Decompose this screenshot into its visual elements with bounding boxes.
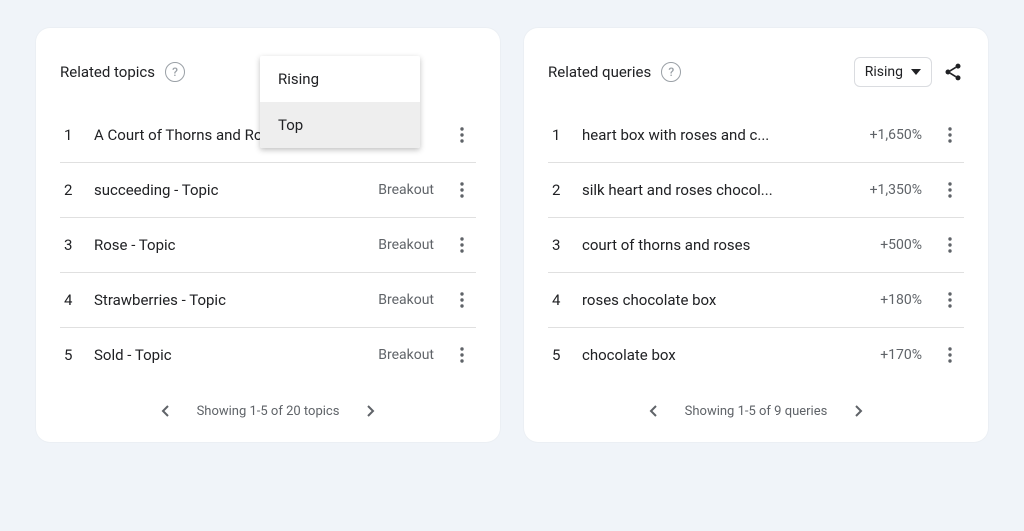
topics-list: 1 A Court of Thorns and Ros... 2 succeed… bbox=[60, 108, 476, 382]
item-label: court of thorns and roses bbox=[582, 236, 862, 254]
sort-dropdown-label: Rising bbox=[865, 64, 903, 80]
item-label: succeeding - Topic bbox=[94, 181, 360, 199]
rank-number: 4 bbox=[64, 291, 76, 309]
list-item[interactable]: 2 succeeding - Topic Breakout bbox=[60, 163, 476, 218]
more-icon[interactable] bbox=[452, 127, 472, 143]
list-item[interactable]: 2 silk heart and roses chocol... +1,350% bbox=[548, 163, 964, 218]
pagination: Showing 1-5 of 20 topics bbox=[60, 382, 476, 426]
chevron-left-icon[interactable] bbox=[645, 402, 663, 420]
card-header: Related queries ? Rising bbox=[548, 52, 964, 92]
sort-dropdown[interactable]: Rising bbox=[854, 57, 932, 87]
rank-number: 3 bbox=[64, 236, 76, 254]
more-icon[interactable] bbox=[940, 127, 960, 143]
sort-dropdown-menu: Rising Top bbox=[260, 56, 420, 148]
item-metric: +180% bbox=[880, 292, 922, 308]
item-metric: +500% bbox=[880, 237, 922, 253]
item-label: roses chocolate box bbox=[582, 291, 862, 309]
more-icon[interactable] bbox=[452, 182, 472, 198]
more-icon[interactable] bbox=[452, 347, 472, 363]
list-item[interactable]: 5 Sold - Topic Breakout bbox=[60, 328, 476, 382]
more-icon[interactable] bbox=[940, 237, 960, 253]
item-metric: Breakout bbox=[378, 237, 434, 253]
caret-down-icon bbox=[911, 67, 921, 77]
pagination-text: Showing 1-5 of 20 topics bbox=[197, 404, 340, 419]
related-topics-card: Related topics ? Rising Top 1 A Court of… bbox=[36, 28, 500, 442]
rank-number: 1 bbox=[552, 126, 564, 144]
item-label: heart box with roses and c... bbox=[582, 126, 852, 144]
help-icon[interactable]: ? bbox=[165, 62, 185, 82]
item-metric: Breakout bbox=[378, 347, 434, 363]
item-label: Strawberries - Topic bbox=[94, 291, 360, 309]
related-queries-card: Related queries ? Rising 1 heart box wit… bbox=[524, 28, 988, 442]
more-icon[interactable] bbox=[940, 292, 960, 308]
help-icon[interactable]: ? bbox=[661, 62, 681, 82]
item-metric: Breakout bbox=[378, 292, 434, 308]
rank-number: 4 bbox=[552, 291, 564, 309]
list-item[interactable]: 4 Strawberries - Topic Breakout bbox=[60, 273, 476, 328]
item-metric: +1,650% bbox=[870, 127, 922, 143]
item-metric: Breakout bbox=[378, 182, 434, 198]
sort-option-top[interactable]: Top bbox=[260, 102, 420, 148]
item-metric: +1,350% bbox=[870, 182, 922, 198]
item-label: silk heart and roses chocol... bbox=[582, 181, 852, 199]
chevron-left-icon[interactable] bbox=[157, 402, 175, 420]
list-item[interactable]: 3 court of thorns and roses +500% bbox=[548, 218, 964, 273]
rank-number: 5 bbox=[64, 346, 76, 364]
pagination: Showing 1-5 of 9 queries bbox=[548, 382, 964, 426]
item-label: Sold - Topic bbox=[94, 346, 360, 364]
more-icon[interactable] bbox=[940, 182, 960, 198]
item-label: chocolate box bbox=[582, 346, 862, 364]
rank-number: 1 bbox=[64, 126, 76, 144]
item-label: Rose - Topic bbox=[94, 236, 360, 254]
chevron-right-icon[interactable] bbox=[361, 402, 379, 420]
list-item[interactable]: 1 heart box with roses and c... +1,650% bbox=[548, 108, 964, 163]
queries-list: 1 heart box with roses and c... +1,650% … bbox=[548, 108, 964, 382]
pagination-text: Showing 1-5 of 9 queries bbox=[685, 404, 828, 419]
chevron-right-icon[interactable] bbox=[849, 402, 867, 420]
more-icon[interactable] bbox=[452, 237, 472, 253]
item-metric: +170% bbox=[880, 347, 922, 363]
rank-number: 2 bbox=[552, 181, 564, 199]
share-icon[interactable] bbox=[942, 61, 964, 83]
rank-number: 5 bbox=[552, 346, 564, 364]
card-title: Related topics bbox=[60, 63, 155, 81]
more-icon[interactable] bbox=[940, 347, 960, 363]
rank-number: 3 bbox=[552, 236, 564, 254]
more-icon[interactable] bbox=[452, 292, 472, 308]
sort-option-rising[interactable]: Rising bbox=[260, 56, 420, 102]
card-header: Related topics ? Rising Top bbox=[60, 52, 476, 92]
list-item[interactable]: 3 Rose - Topic Breakout bbox=[60, 218, 476, 273]
list-item[interactable]: 4 roses chocolate box +180% bbox=[548, 273, 964, 328]
rank-number: 2 bbox=[64, 181, 76, 199]
list-item[interactable]: 5 chocolate box +170% bbox=[548, 328, 964, 382]
card-title: Related queries bbox=[548, 63, 651, 81]
